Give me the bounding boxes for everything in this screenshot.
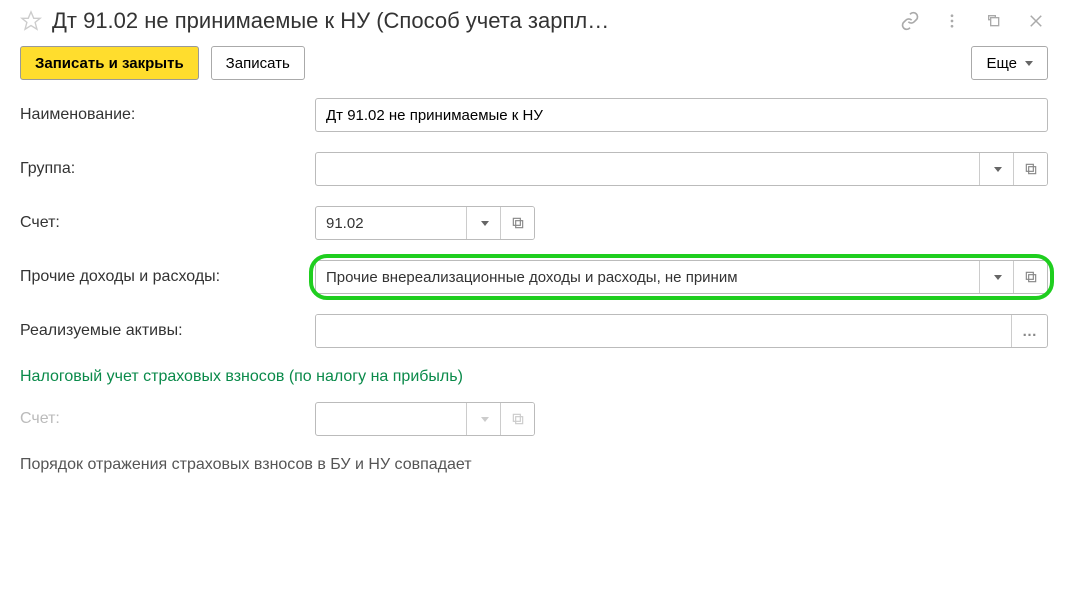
chevron-down-icon [481, 221, 489, 226]
close-icon[interactable] [1024, 9, 1048, 33]
label-group: Группа: [20, 160, 315, 178]
label-name: Наименование: [20, 106, 315, 124]
open-external-icon [511, 216, 525, 230]
group-combo[interactable] [315, 152, 1048, 186]
open-external-icon [511, 412, 525, 426]
account2-open-button [500, 403, 534, 435]
account-dropdown-button[interactable] [466, 207, 500, 239]
name-input[interactable] [315, 98, 1048, 132]
account2-dropdown-button [466, 403, 500, 435]
label-other-income-expense: Прочие доходы и расходы: [20, 268, 315, 286]
chevron-down-icon [994, 167, 1002, 172]
window: Дт 91.02 не принимаемые к НУ (Способ уче… [0, 0, 1068, 589]
titlebar: Дт 91.02 не принимаемые к НУ (Способ уче… [20, 8, 1048, 46]
label-realizable-assets: Реализуемые активы: [20, 322, 315, 340]
more-button-label: Еще [986, 55, 1017, 72]
group-dropdown-button[interactable] [979, 153, 1013, 185]
link-icon[interactable] [898, 9, 922, 33]
toolbar: Записать и закрыть Записать Еще [20, 46, 1048, 80]
realizable-assets-box[interactable]: … [315, 314, 1048, 348]
note-text: Порядок отражения страховых взносов в БУ… [20, 456, 1048, 474]
restore-window-icon[interactable] [982, 9, 1006, 33]
chevron-down-icon [481, 417, 489, 422]
account2-input [316, 403, 466, 435]
more-button[interactable]: Еще [971, 46, 1048, 80]
label-account: Счет: [20, 214, 315, 232]
chevron-down-icon [1025, 61, 1033, 66]
label-account-2: Счет: [20, 410, 315, 428]
window-title: Дт 91.02 не принимаемые к НУ (Способ уче… [52, 8, 888, 34]
tax-accounting-section-link[interactable]: Налоговый учет страховых взносов (по нал… [20, 368, 1048, 386]
save-button[interactable]: Записать [211, 46, 305, 80]
other-income-expense-combo[interactable]: Прочие внереализационные доходы и расход… [315, 260, 1048, 294]
favorite-star-icon[interactable] [20, 10, 42, 32]
kebab-menu-icon[interactable] [940, 9, 964, 33]
group-input[interactable] [316, 153, 979, 185]
chevron-down-icon [994, 275, 1002, 280]
open-external-icon [1024, 162, 1038, 176]
realizable-assets-input[interactable] [316, 315, 1011, 347]
account-open-button[interactable] [500, 207, 534, 239]
other-income-expense-dropdown-button[interactable] [979, 261, 1013, 293]
account2-combo [315, 402, 535, 436]
account-combo[interactable]: 91.02 [315, 206, 535, 240]
open-external-icon [1024, 270, 1038, 284]
realizable-assets-select-button[interactable]: … [1011, 315, 1047, 347]
save-and-close-button[interactable]: Записать и закрыть [20, 46, 199, 80]
other-income-expense-open-button[interactable] [1013, 261, 1047, 293]
ellipsis-icon: … [1022, 323, 1037, 340]
account-input[interactable]: 91.02 [316, 207, 466, 239]
other-income-expense-input[interactable]: Прочие внереализационные доходы и расход… [316, 261, 979, 293]
group-open-button[interactable] [1013, 153, 1047, 185]
